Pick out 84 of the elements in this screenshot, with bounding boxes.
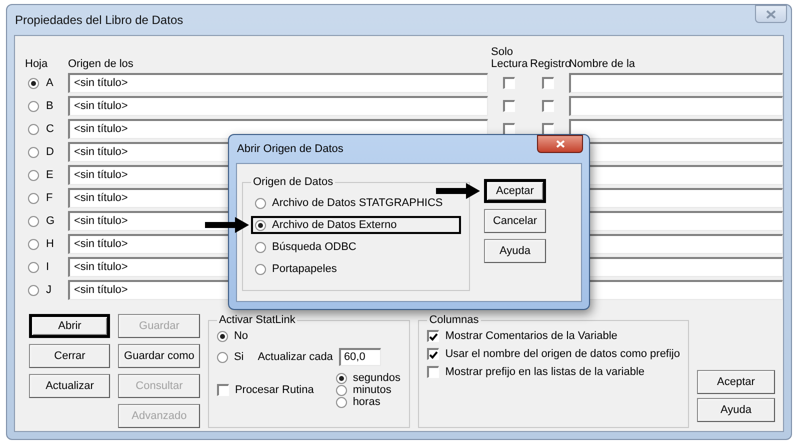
radio-option[interactable]: Búsqueda ODBC (251, 238, 461, 256)
file-button[interactable]: Abrir (29, 314, 110, 338)
radio-button[interactable] (28, 78, 39, 88)
radio-label: horas (352, 396, 380, 408)
radio-label: Portapapeles (272, 263, 337, 275)
radio-label: Si (234, 351, 244, 363)
radio-button[interactable] (28, 238, 39, 250)
checkbox-label: Usar el nombre del origen de datos como prefijo (445, 348, 680, 360)
dialog-button[interactable]: Ayuda (484, 239, 546, 263)
radio-button[interactable] (28, 284, 39, 296)
radio-button[interactable] (28, 170, 39, 180)
dialog-title: Abrir Origen de Datos (237, 143, 344, 155)
file-button[interactable]: Actualizar (29, 374, 110, 398)
sheet-letter: A (46, 77, 54, 89)
radio-button[interactable] (28, 124, 39, 134)
group-title: Origen de Datos (252, 176, 334, 188)
sheet-letter: H (46, 238, 54, 250)
checkbox[interactable] (503, 123, 515, 135)
column-header: Lectura (491, 58, 528, 70)
close-icon (556, 140, 564, 148)
checkbox[interactable] (503, 100, 515, 112)
radio-label: segundos (352, 372, 401, 384)
sheet-letter: E (46, 169, 54, 181)
checkbox[interactable] (503, 77, 515, 89)
close-icon (766, 10, 776, 18)
radio-button[interactable] (28, 216, 39, 226)
dialog-button[interactable]: Aceptar (697, 370, 775, 394)
file-button[interactable]: Cerrar (29, 344, 110, 368)
radio-button[interactable] (255, 242, 266, 252)
dialog-button[interactable]: Ayuda (697, 398, 775, 422)
radio-label: minutos (352, 384, 392, 396)
checkbox[interactable] (216, 384, 229, 396)
checkbox[interactable] (542, 77, 554, 89)
checkbox-label: Mostrar Comentarios de la Variable (445, 330, 618, 342)
sheet-letter: I (46, 261, 50, 273)
radio-button[interactable] (255, 198, 266, 208)
radio-button[interactable] (255, 264, 266, 274)
radio-button[interactable] (28, 262, 39, 272)
dialog-button[interactable]: Cancelar (484, 209, 546, 233)
checkbox-label: Procesar Rutina (234, 384, 314, 396)
column-header: Origen de los (68, 58, 134, 70)
sheet-letter: D (46, 146, 54, 158)
radio-button[interactable] (336, 372, 347, 384)
checkbox[interactable] (427, 330, 440, 342)
sheet-letter: G (46, 215, 55, 227)
checkbox[interactable] (427, 348, 440, 360)
dialog-button[interactable]: Aceptar (484, 179, 546, 203)
sheet-letter: B (46, 100, 54, 112)
sheet-letter: F (46, 192, 53, 204)
radio-label: Búsqueda ODBC (272, 241, 356, 253)
radio-label: Archivo de Datos Externo (272, 219, 397, 231)
radio-option[interactable]: Archivo de Datos STATGRAPHICS (251, 194, 461, 212)
radio-button[interactable] (28, 192, 39, 204)
sheet-letter: J (46, 284, 52, 296)
group-title: Activar StatLink (218, 314, 296, 326)
checkbox[interactable] (542, 100, 554, 112)
source-field[interactable]: <sin título> (68, 73, 488, 93)
column-header: Hoja (25, 58, 49, 70)
name-field[interactable] (569, 96, 783, 116)
sheet-letter: C (46, 123, 54, 135)
radio-button[interactable] (216, 352, 228, 362)
file-button[interactable]: Guardar como (118, 344, 200, 368)
radio-button[interactable] (216, 330, 228, 342)
radio-button[interactable] (336, 396, 347, 408)
checkbox-label: Mostrar prefijo en las listas de la variable (445, 366, 645, 378)
radio-label: No (234, 330, 248, 342)
interval-label: Actualizar cada (258, 351, 333, 363)
checkbox[interactable] (542, 123, 554, 135)
checkbox[interactable] (427, 366, 440, 378)
close-button[interactable] (537, 135, 583, 153)
source-field[interactable]: <sin título> (68, 96, 488, 116)
radio-option[interactable]: Portapapeles (251, 260, 461, 278)
interval-field[interactable]: 60,0 (338, 348, 381, 366)
radio-button[interactable] (336, 384, 347, 396)
radio-button[interactable] (255, 220, 266, 230)
radio-button[interactable] (28, 146, 39, 158)
radio-label: Archivo de Datos STATGRAPHICS (272, 197, 443, 209)
group-title: Columnas (428, 314, 480, 326)
window-title: Propiedades del Libro de Datos (15, 13, 184, 27)
radio-button[interactable] (28, 100, 39, 112)
column-header: Solo (491, 46, 514, 58)
column-header: Nombre de la (569, 58, 636, 70)
name-field[interactable] (569, 73, 783, 93)
name-field[interactable] (569, 119, 783, 139)
